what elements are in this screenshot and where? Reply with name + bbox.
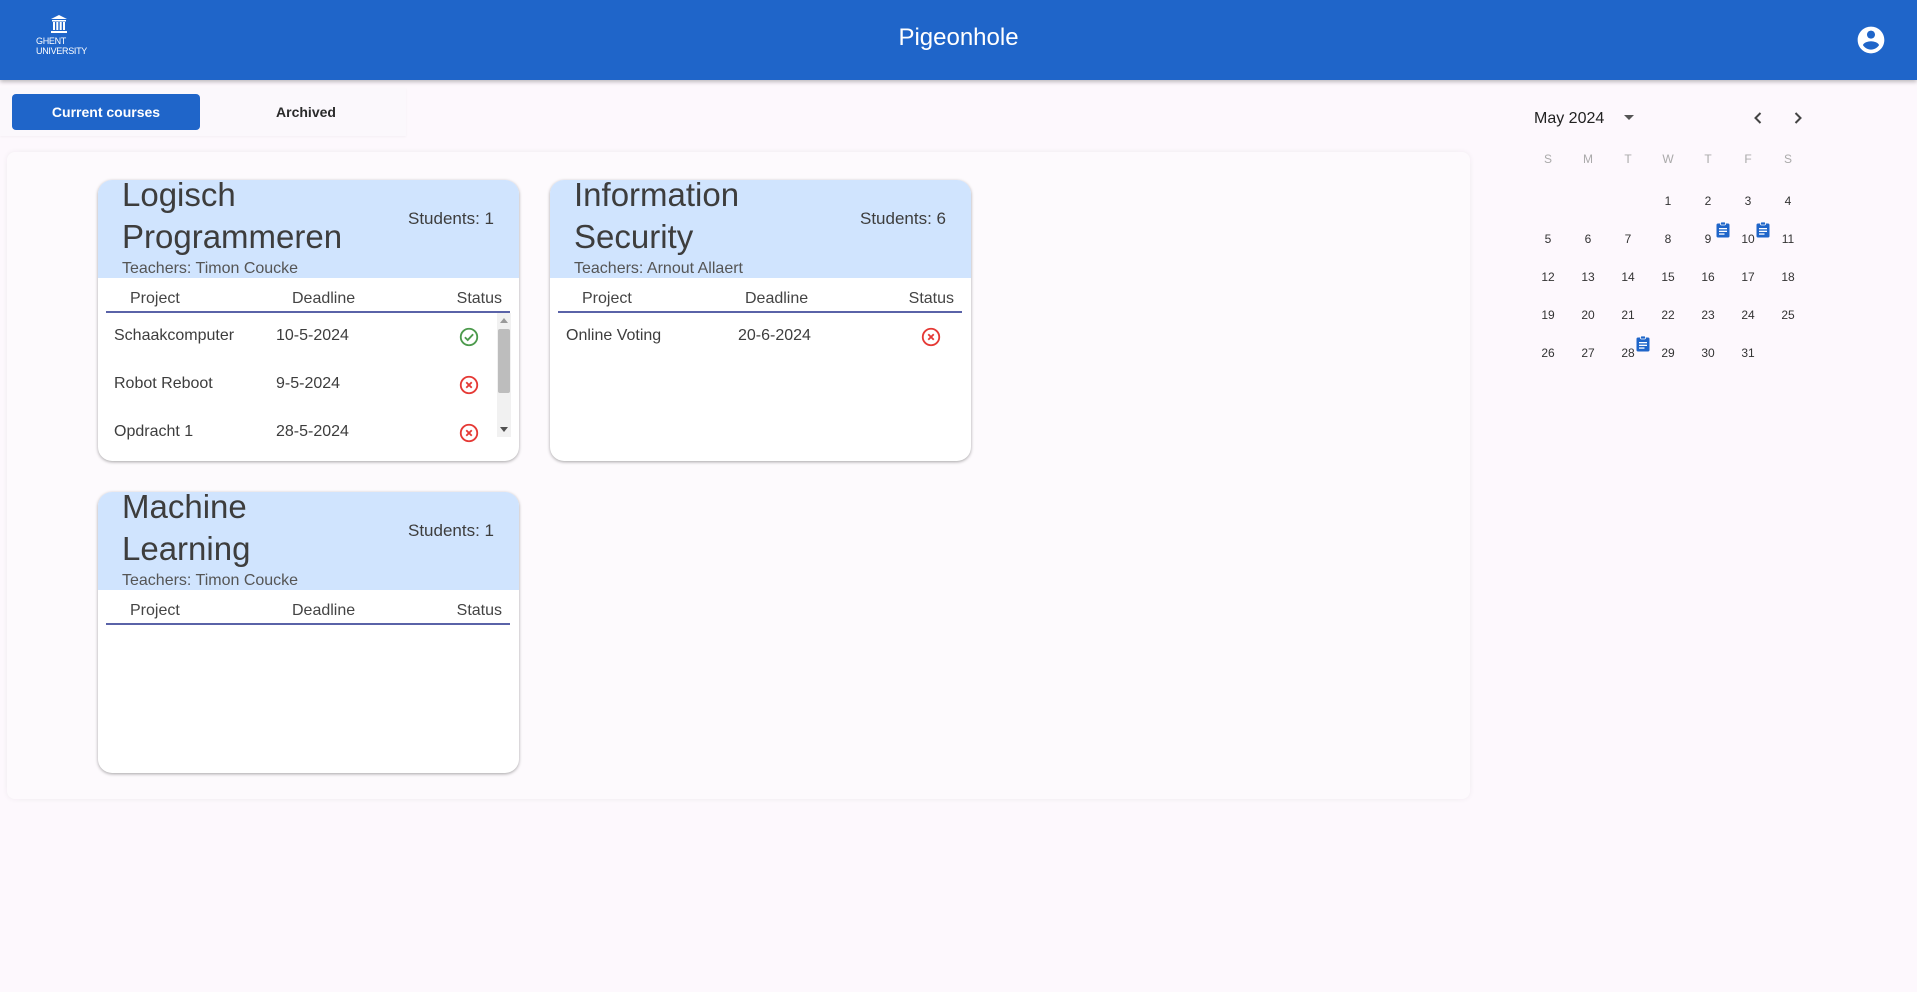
course-card[interactable]: Information Security Students: 6 Teacher… xyxy=(550,180,971,461)
column-deadline: Deadline xyxy=(292,602,356,619)
calendar-day[interactable]: 12 xyxy=(1528,262,1568,292)
calendar-day[interactable]: 13 xyxy=(1568,262,1608,292)
course-tabs: Current courses Archived xyxy=(0,88,406,136)
calendar-weekday: S xyxy=(1783,152,1792,166)
calendar-day[interactable]: 24 xyxy=(1728,300,1768,330)
calendar-day[interactable]: 25 xyxy=(1768,300,1808,330)
projects-table-header: Project Deadline Status xyxy=(106,286,510,313)
calendar-weekday: W xyxy=(1662,152,1674,166)
teachers-label: Teachers: Timon Coucke xyxy=(122,572,299,589)
course-name[interactable]: Information Security xyxy=(574,180,834,258)
calendar-day[interactable]: 20 xyxy=(1568,300,1608,330)
scroll-thumb[interactable] xyxy=(498,329,510,393)
calendar-day[interactable]: 15 xyxy=(1648,262,1688,292)
calendar-day[interactable]: 21 xyxy=(1608,300,1648,330)
projects-table-body: Schaakcomputer 10-5-2024 Robot Reboot 9-… xyxy=(106,313,510,449)
project-name[interactable]: Online Voting xyxy=(566,327,661,345)
calendar-day[interactable]: 18 xyxy=(1768,262,1808,292)
tab-current-courses[interactable]: Current courses xyxy=(12,94,200,130)
course-card-header: Logisch Programmeren Students: 1 Teacher… xyxy=(98,180,519,278)
calendar-weekday: F xyxy=(1744,152,1752,166)
teachers-label: Teachers: Arnout Allaert xyxy=(574,260,743,277)
scroll-up-arrow-icon[interactable] xyxy=(500,318,508,323)
calendar-day[interactable]: 29 xyxy=(1648,338,1688,368)
project-deadline: 28-5-2024 xyxy=(276,423,349,440)
course-card-header: Information Security Students: 6 Teacher… xyxy=(550,180,971,278)
students-count: Students: 1 xyxy=(407,209,494,228)
project-name[interactable]: Robot Reboot xyxy=(114,375,213,393)
projects-table-body: Online Voting 20-6-2024 xyxy=(558,313,962,449)
calendar-day[interactable]: 5 xyxy=(1528,224,1568,254)
project-row[interactable]: Online Voting 20-6-2024 xyxy=(558,313,962,361)
calendar-day[interactable]: 16 xyxy=(1688,262,1728,292)
calendar-day[interactable]: 17 xyxy=(1728,262,1768,292)
teachers-label: Teachers: Timon Coucke xyxy=(122,260,299,277)
calendar-day[interactable]: 31 xyxy=(1728,338,1768,368)
calendar-day[interactable]: 7 xyxy=(1608,224,1648,254)
project-deadline: 20-6-2024 xyxy=(738,327,811,344)
students-count: Students: 1 xyxy=(407,521,494,540)
project-name[interactable]: Opdracht 1 xyxy=(114,423,193,441)
calendar-day[interactable]: 19 xyxy=(1528,300,1568,330)
calendar-day[interactable]: 1 xyxy=(1648,186,1688,216)
column-project: Project xyxy=(130,290,180,307)
column-project: Project xyxy=(582,290,632,307)
course-card-header: Machine Learning Students: 1 Teachers: T… xyxy=(98,492,519,590)
projects-table-header: Project Deadline Status xyxy=(558,286,962,313)
project-row[interactable]: Opdracht 1 28-5-2024 xyxy=(106,409,496,449)
project-name[interactable]: Schaakcomputer xyxy=(114,327,234,345)
courses-panel: Logisch Programmeren Students: 1 Teacher… xyxy=(7,152,1470,799)
check-circle-icon xyxy=(459,327,479,347)
tab-archived[interactable]: Archived xyxy=(212,94,400,130)
project-row[interactable]: Robot Reboot 9-5-2024 xyxy=(106,361,496,409)
calendar-day[interactable]: 22 xyxy=(1648,300,1688,330)
calendar-day[interactable]: 6 xyxy=(1568,224,1608,254)
calendar-day[interactable]: 27 xyxy=(1568,338,1608,368)
course-name[interactable]: Logisch Programmeren xyxy=(122,180,382,258)
projects-table-header: Project Deadline Status xyxy=(106,598,510,625)
calendar-day[interactable]: 30 xyxy=(1688,338,1728,368)
calendar-day[interactable]: 2 xyxy=(1688,186,1728,216)
calendar-weekday: S xyxy=(1543,152,1552,166)
cancel-circle-icon xyxy=(459,423,479,443)
column-deadline: Deadline xyxy=(292,290,356,307)
chevron-right-icon[interactable] xyxy=(1786,106,1810,130)
students-count: Students: 6 xyxy=(859,209,946,228)
course-name[interactable]: Machine Learning xyxy=(122,492,382,570)
calendar-weekday: T xyxy=(1704,152,1712,166)
cancel-circle-icon xyxy=(459,375,479,395)
calendar-day[interactable]: 4 xyxy=(1768,186,1808,216)
projects-table-body xyxy=(106,625,510,761)
project-row[interactable]: Schaakcomputer 10-5-2024 xyxy=(106,313,496,361)
calendar-day[interactable]: 26 xyxy=(1528,338,1568,368)
scroll-down-arrow-icon[interactable] xyxy=(500,427,508,432)
calendar-weekday: M xyxy=(1583,152,1593,166)
cancel-circle-icon xyxy=(921,327,941,347)
month-dropdown-icon[interactable] xyxy=(1624,115,1634,120)
course-card[interactable]: Machine Learning Students: 1 Teachers: T… xyxy=(98,492,519,773)
chevron-left-icon[interactable] xyxy=(1746,106,1770,130)
column-project: Project xyxy=(130,602,180,619)
account-circle-icon[interactable] xyxy=(1855,24,1887,56)
projects-scrollbar[interactable] xyxy=(497,313,511,437)
column-status: Status xyxy=(456,602,502,619)
column-status: Status xyxy=(908,290,954,307)
column-status: Status xyxy=(456,290,502,307)
calendar-day[interactable]: 3 xyxy=(1728,186,1768,216)
column-deadline: Deadline xyxy=(745,290,809,307)
calendar-day[interactable]: 8 xyxy=(1648,224,1688,254)
app-title: Pigeonhole xyxy=(898,24,1019,51)
course-card[interactable]: Logisch Programmeren Students: 1 Teacher… xyxy=(98,180,519,461)
calendar-day[interactable]: 14 xyxy=(1608,262,1648,292)
calendar-day[interactable]: 23 xyxy=(1688,300,1728,330)
app-header: GHENT UNIVERSITY Pigeonhole xyxy=(0,0,1917,80)
calendar-weekday: T xyxy=(1624,152,1632,166)
project-deadline: 10-5-2024 xyxy=(276,327,349,344)
deadline-calendar: May 2024 S M T W T F S 1 2 3 4 5 6 7 8 9 10 11 12 13 14 15 16 1… xyxy=(1516,96,1816,376)
project-deadline: 9-5-2024 xyxy=(276,375,341,392)
calendar-month-label[interactable]: May 2024 xyxy=(1534,110,1604,128)
calendar-day[interactable]: 11 xyxy=(1768,224,1808,254)
